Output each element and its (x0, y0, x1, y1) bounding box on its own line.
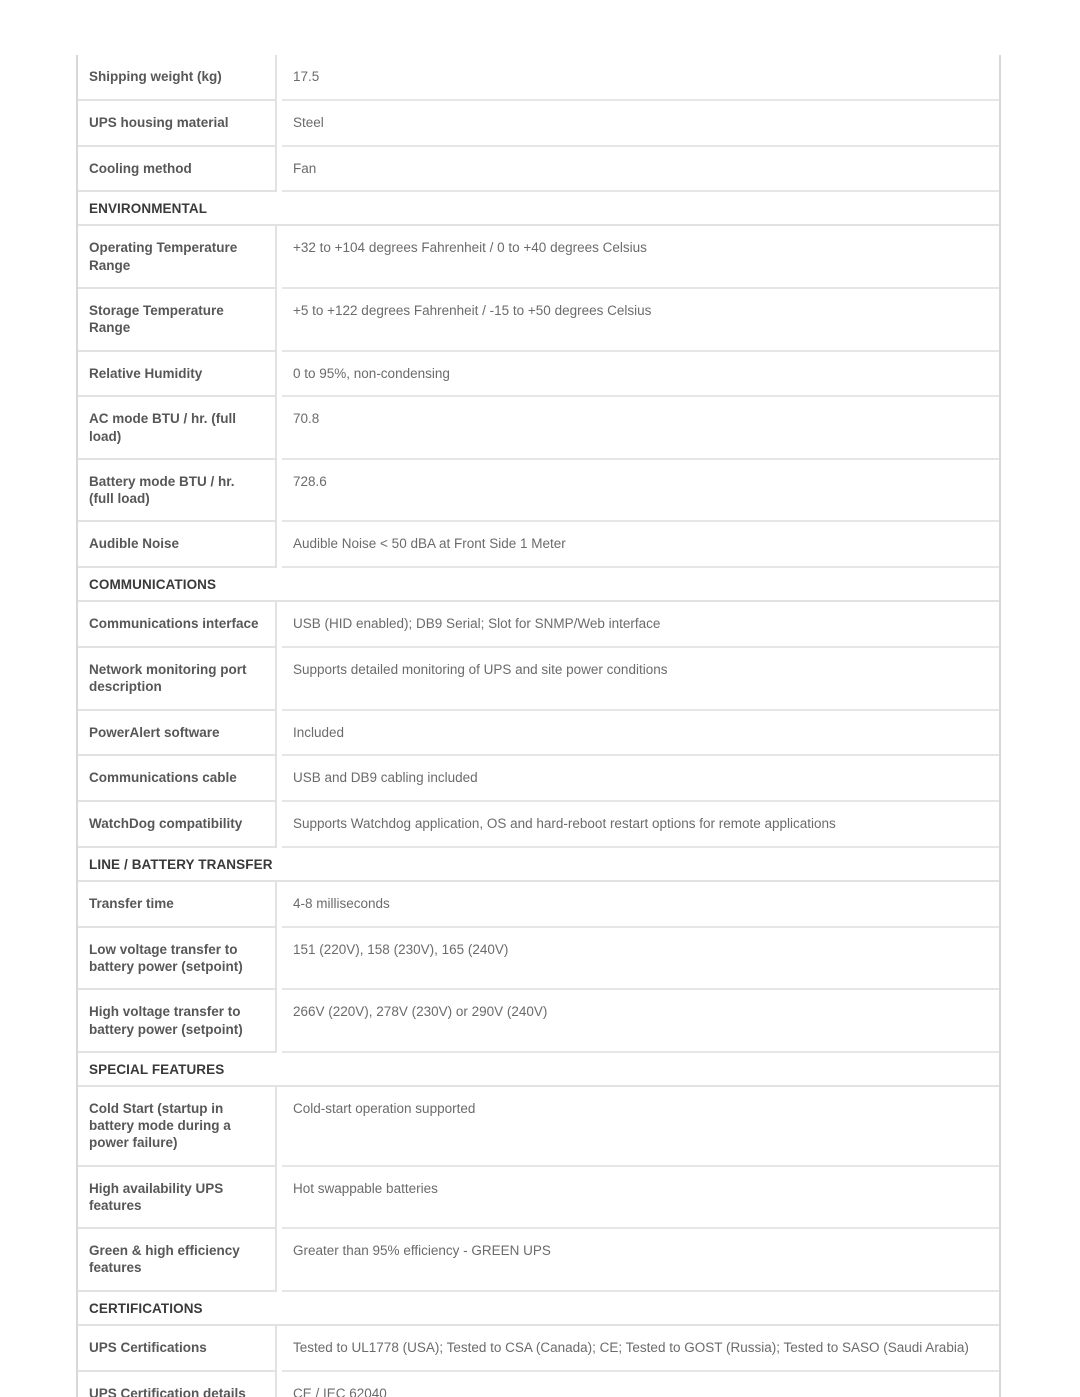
table-row: Cooling method Fan (78, 146, 999, 193)
table-row: AC mode BTU / hr. (full load) 70.8 (78, 397, 999, 460)
table-row: Network monitoring port description Suppo… (78, 648, 999, 711)
spec-label: Communications interface (78, 602, 277, 648)
spec-label: Audible Noise (78, 522, 277, 569)
spec-label: UPS Certifications (78, 1325, 277, 1372)
spec-value: Audible Noise < 50 dBA at Front Side 1 M… (282, 522, 999, 569)
spec-label: Cooling method (78, 146, 277, 193)
spec-label: Low voltage transfer to battery power (s… (78, 927, 277, 991)
spec-value: +32 to +104 degrees Fahrenheit / 0 to +4… (282, 226, 999, 289)
table-row: Battery mode BTU / hr. (full load) 728.6 (78, 459, 999, 523)
spec-label: High voltage transfer to battery power (… (78, 990, 277, 1053)
table-row: High availability UPS features Hot swappa… (78, 1166, 999, 1230)
spec-label: UPS Certification details (78, 1371, 277, 1397)
spec-label: Storage Temperature Range (78, 288, 277, 352)
spec-value: +5 to +122 degrees Fahrenheit / -15 to +… (282, 289, 999, 352)
table-row: WatchDog compatibility Supports Watchdog … (78, 802, 999, 848)
spec-label: WatchDog compatibility (78, 802, 277, 848)
section-header: ENVIRONMENTAL (78, 192, 999, 227)
spec-value: 17.5 (282, 55, 999, 101)
spec-label: Green & high efficiency features (78, 1229, 277, 1292)
spec-value: USB (HID enabled); DB9 Serial; Slot for … (282, 602, 999, 648)
spec-label: PowerAlert software (78, 710, 277, 757)
spec-value: Cold-start operation supported (282, 1087, 999, 1167)
spec-value: Greater than 95% efficiency - GREEN UPS (282, 1229, 999, 1292)
spec-value: USB and DB9 cabling included (282, 756, 999, 803)
spec-label: Shipping weight (kg) (78, 55, 277, 101)
spec-value: 70.8 (282, 397, 999, 460)
spec-label: Network monitoring port description (78, 648, 277, 711)
section-header: LINE / BATTERY TRANSFER (78, 847, 999, 882)
table-row: UPS housing material Steel (78, 100, 999, 147)
spec-value: 266V (220V), 278V (230V) or 290V (240V) (282, 990, 999, 1053)
spec-label: Battery mode BTU / hr. (full load) (78, 459, 277, 523)
specification-table: Shipping weight (kg) 17.5 UPS housing mate… (76, 55, 1001, 1397)
table-row: Communications cable USB and DB9 cabling … (78, 756, 999, 803)
spec-label: High availability UPS features (78, 1166, 277, 1230)
spec-value: 0 to 95%, non-condensing (282, 352, 999, 398)
spec-label: UPS housing material (78, 100, 277, 147)
table-row: Communications interface USB (HID enabled… (78, 602, 999, 648)
table-row: Audible Noise Audible Noise < 50 dBA at F… (78, 522, 999, 569)
spec-value: Fan (282, 147, 999, 193)
table-row: Shipping weight (kg) 17.5 (78, 55, 999, 101)
spec-value: Hot swappable batteries (282, 1167, 999, 1230)
spec-label: Operating Temperature Range (78, 226, 277, 289)
spec-label: Cold Start (startup in battery mode duri… (78, 1086, 277, 1167)
table-row: Green & high efficiency features Greater … (78, 1229, 999, 1292)
spec-value: 151 (220V), 158 (230V), 165 (240V) (282, 928, 999, 991)
table-row: UPS Certifications Tested to UL1778 (USA)… (78, 1325, 999, 1372)
spec-label: Transfer time (78, 881, 277, 928)
specification-page: Shipping weight (kg) 17.5 UPS housing mate… (0, 0, 1080, 1397)
spec-value: Supports detailed monitoring of UPS and … (282, 648, 999, 711)
spec-value: Included (282, 711, 999, 757)
table-row: High voltage transfer to battery power (… (78, 990, 999, 1053)
spec-label: AC mode BTU / hr. (full load) (78, 397, 277, 460)
table-row: Low voltage transfer to battery power (s… (78, 927, 999, 991)
table-row: Storage Temperature Range +5 to +122 degr… (78, 288, 999, 352)
spec-value: Supports Watchdog application, OS and ha… (282, 802, 999, 848)
table-row: Relative Humidity 0 to 95%, non-condensin… (78, 351, 999, 398)
table-row: Cold Start (startup in battery mode duri… (78, 1086, 999, 1167)
table-row: Operating Temperature Range +32 to +104 d… (78, 226, 999, 289)
spec-value: 4-8 milliseconds (282, 882, 999, 928)
spec-label: Relative Humidity (78, 351, 277, 398)
section-header: SPECIAL FEATURES (78, 1052, 999, 1087)
spec-value: Steel (282, 101, 999, 147)
section-header: COMMUNICATIONS (78, 568, 999, 603)
table-row: Transfer time 4-8 milliseconds (78, 881, 999, 928)
spec-value: CE / IEC 62040 (282, 1372, 999, 1397)
table-row: UPS Certification details CE / IEC 62040 (78, 1371, 999, 1397)
spec-value: Tested to UL1778 (USA); Tested to CSA (C… (282, 1326, 999, 1372)
section-header: CERTIFICATIONS (78, 1291, 999, 1326)
table-row: PowerAlert software Included (78, 710, 999, 757)
spec-label: Communications cable (78, 756, 277, 803)
spec-value: 728.6 (282, 460, 999, 523)
